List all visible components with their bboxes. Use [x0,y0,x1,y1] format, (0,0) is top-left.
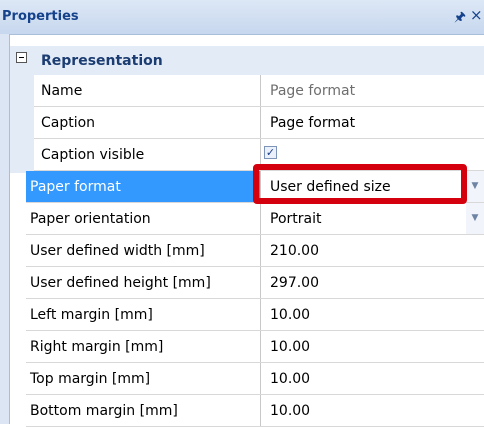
category-label: Representation [41,53,163,69]
property-value[interactable]: 210.00 [270,243,319,259]
property-value[interactable]: 10.00 [270,403,310,419]
column-divider [260,107,261,138]
column-divider [260,395,261,426]
property-value[interactable]: 10.00 [270,307,310,323]
close-icon[interactable]: × [470,6,483,24]
column-divider [260,203,261,234]
column-divider [260,363,261,394]
chevron-down-icon[interactable]: ▼ [466,171,484,202]
caption-visible-checkbox[interactable]: ✓ [264,146,277,159]
property-name: User defined height [mm] [30,275,211,291]
annotation-highlight-box [253,164,467,204]
chevron-down-icon[interactable]: ▼ [466,203,484,234]
property-row-width[interactable]: User defined width [mm] 210.00 [26,235,484,267]
property-row-paper-orientation[interactable]: Paper orientation Portrait ▼ [26,203,484,235]
property-row-caption[interactable]: Caption Page format [34,107,484,139]
property-value[interactable]: 10.00 [270,371,310,387]
property-name: Right margin [mm] [30,339,164,355]
property-row-name[interactable]: Name Page format [34,75,484,107]
property-name: Paper orientation [30,211,151,227]
panel-left-gutter [0,34,9,424]
property-value[interactable]: 297.00 [270,275,319,291]
pin-icon[interactable]: 🖈 [454,8,466,30]
paper-orientation-select[interactable]: Portrait [270,211,321,227]
column-divider [260,75,261,106]
property-value[interactable]: Page format [270,115,355,131]
properties-panel-header: Properties 🖈 × [0,0,484,35]
category-indent [10,75,34,173]
property-name: Left margin [mm] [30,307,153,323]
property-row-height[interactable]: User defined height [mm] 297.00 [26,267,484,299]
column-divider [260,331,261,362]
property-value: Page format [270,83,356,99]
property-name: Top margin [mm] [30,371,151,387]
property-name: Caption visible [41,147,145,163]
column-divider [260,235,261,266]
property-name: Caption [41,115,96,131]
property-name: Paper format [30,179,121,195]
property-value[interactable]: 10.00 [270,339,310,355]
property-row-right-margin[interactable]: Right margin [mm] 10.00 [26,331,484,363]
property-name: Name [41,83,83,99]
panel-title: Properties [2,9,79,24]
column-divider [260,267,261,298]
collapse-icon[interactable] [16,52,27,63]
property-row-bottom-margin[interactable]: Bottom margin [mm] 10.00 [26,395,484,427]
property-row-left-margin[interactable]: Left margin [mm] 10.00 [26,299,484,331]
column-divider [260,299,261,330]
property-row-top-margin[interactable]: Top margin [mm] 10.00 [26,363,484,395]
property-name: Bottom margin [mm] [30,403,178,419]
property-name: User defined width [mm] [30,243,205,259]
